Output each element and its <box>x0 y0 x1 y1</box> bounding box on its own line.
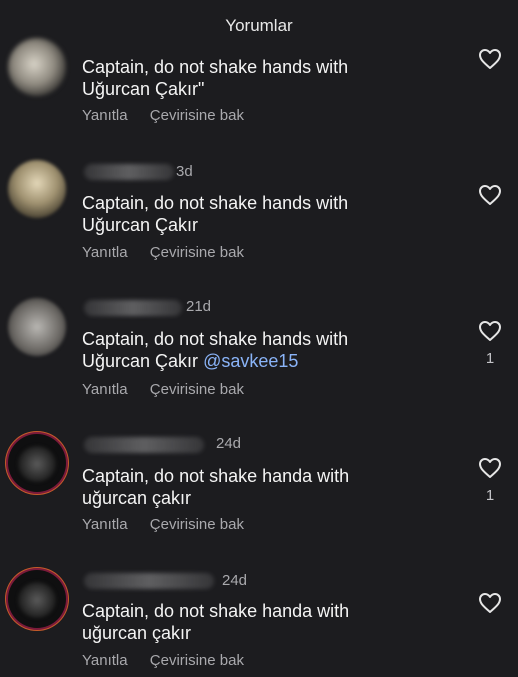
comment-text-line-1: Captain, do not shake hands with <box>82 329 349 349</box>
translate-button[interactable]: Çevirisine bak <box>150 381 244 398</box>
avatar[interactable] <box>8 160 66 218</box>
page-title: Yorumlar <box>225 16 293 35</box>
translate-button[interactable]: Çevirisine bak <box>150 652 244 669</box>
reply-button[interactable]: Yanıtla <box>82 381 128 398</box>
like-count: 1 <box>485 487 495 504</box>
like-count: 1 <box>485 350 495 367</box>
comment-time: 21d <box>186 298 212 315</box>
avatar[interactable] <box>8 434 66 492</box>
comment-text-line-2: Uğurcan Çakır @savkee15 <box>82 350 402 372</box>
username-blurred[interactable] <box>84 164 174 180</box>
comment-time: 3d <box>176 163 193 180</box>
reply-button[interactable]: Yanıtla <box>82 244 128 261</box>
username-blurred[interactable] <box>84 437 204 453</box>
comment-text-line-1: Captain, do not shake hands with <box>82 193 349 213</box>
reply-button[interactable]: Yanıtla <box>82 652 128 669</box>
reply-button[interactable]: Yanıtla <box>82 107 128 124</box>
comment-time: 24d <box>222 572 248 589</box>
heart-icon[interactable] <box>478 592 502 614</box>
translate-button[interactable]: Çevirisine bak <box>150 516 244 533</box>
heart-icon[interactable] <box>478 184 502 206</box>
heart-icon[interactable] <box>478 320 502 342</box>
reply-button[interactable]: Yanıtla <box>82 516 128 533</box>
avatar[interactable] <box>8 298 66 356</box>
comment-text-line-2: Uğurcan Çakır" <box>82 79 205 99</box>
username-blurred[interactable] <box>84 573 214 589</box>
comment-text: Captain, do not shake hands with Uğurcan… <box>82 56 402 100</box>
heart-icon[interactable] <box>478 48 502 70</box>
comment-actions: Yanıtla Çevirisine bak <box>82 652 262 669</box>
comment-text-line-1: Captain, do not shake handa with <box>82 601 350 621</box>
comment-text-line-1: Captain, do not shake hands with <box>82 57 349 77</box>
comment-text: Captain, do not shake handa with uğurcan… <box>82 465 402 509</box>
heart-icon[interactable] <box>478 457 502 479</box>
comment-text: Captain, do not shake hands with Uğurcan… <box>82 328 402 372</box>
mention-link[interactable]: @savkee15 <box>203 351 298 371</box>
comment-actions: Yanıtla Çevirisine bak <box>82 107 262 124</box>
translate-button[interactable]: Çevirisine bak <box>150 244 244 261</box>
comment-text-line-2: uğurcan çakır <box>82 623 192 643</box>
comment-text-line-2: uğurcan çakır <box>82 488 192 508</box>
username-blurred[interactable] <box>84 300 182 316</box>
avatar[interactable] <box>8 38 66 96</box>
comment-time: 24d <box>216 435 242 452</box>
comment-text-line-2: Uğurcan Çakır <box>82 215 199 235</box>
comment-text: Captain, do not shake hands with Uğurcan… <box>82 192 402 236</box>
comment-text-line-1: Captain, do not shake handa with <box>82 466 350 486</box>
comment-actions: Yanıtla Çevirisine bak <box>82 516 262 533</box>
translate-button[interactable]: Çevirisine bak <box>150 107 244 124</box>
comment-actions: Yanıtla Çevirisine bak <box>82 381 262 398</box>
comment-text-fragment: Uğurcan Çakır <box>82 351 199 371</box>
comment-actions: Yanıtla Çevirisine bak <box>82 244 262 261</box>
avatar[interactable] <box>8 570 66 628</box>
comment-text: Captain, do not shake handa with uğurcan… <box>82 600 402 644</box>
